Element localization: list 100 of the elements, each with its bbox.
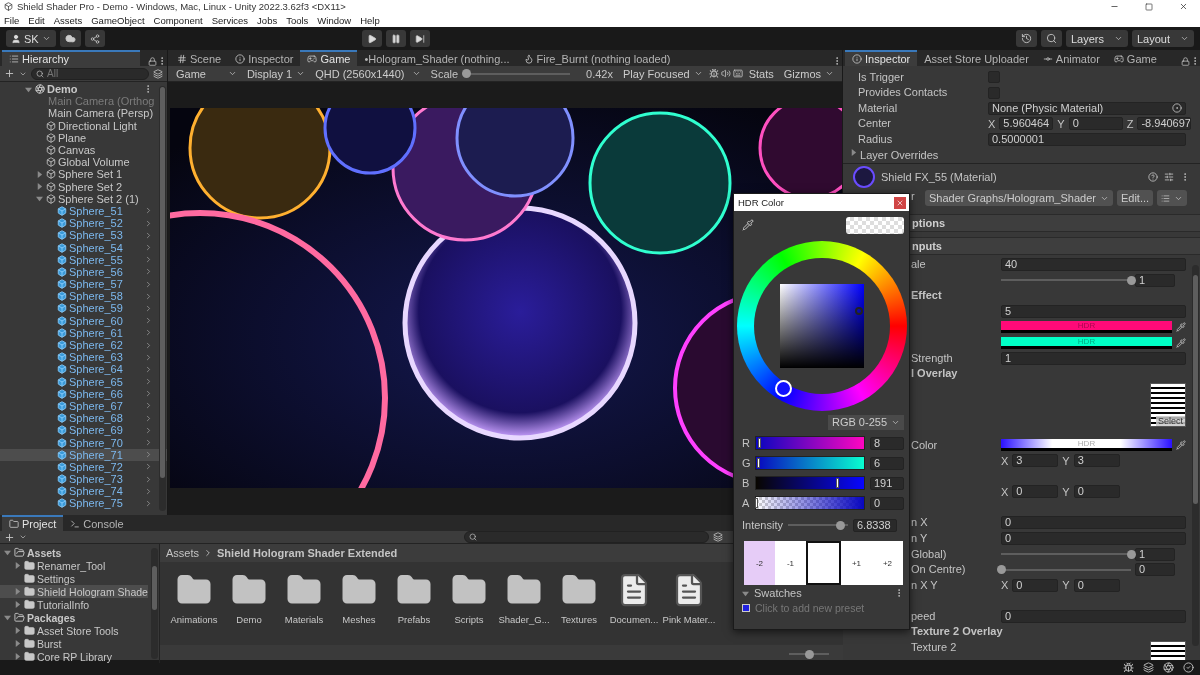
- object-field[interactable]: None (Physic Material): [988, 101, 1186, 115]
- hierarchy-item[interactable]: Sphere_60: [0, 314, 167, 327]
- maximize-icon[interactable]: [1145, 2, 1153, 11]
- number-field[interactable]: 5.960464: [999, 117, 1054, 131]
- hierarchy-item[interactable]: Canvas: [0, 143, 167, 157]
- preset-icon[interactable]: [1164, 171, 1174, 182]
- close-button[interactable]: [894, 196, 906, 209]
- number-field[interactable]: 0: [1135, 563, 1175, 577]
- channel-slider-thumb[interactable]: [755, 498, 758, 508]
- hierarchy-item[interactable]: Sphere_51: [0, 204, 167, 218]
- slider-thumb[interactable]: [996, 565, 1006, 575]
- display-dropdown[interactable]: Display 1: [242, 66, 310, 81]
- hierarchy-item[interactable]: Sphere_61: [0, 326, 167, 339]
- pause-button[interactable]: [385, 30, 406, 47]
- number-field[interactable]: 0: [1068, 117, 1123, 131]
- search-field[interactable]: [464, 531, 709, 543]
- select-button[interactable]: Select: [1156, 415, 1185, 426]
- expand-arrow-icon[interactable]: [14, 653, 21, 660]
- hierarchy-item[interactable]: Sphere_58: [0, 290, 167, 303]
- lock-icon[interactable]: [148, 57, 157, 66]
- menu-item[interactable]: GameObject: [91, 14, 145, 26]
- number-field[interactable]: 1: [1001, 351, 1186, 365]
- stats-button[interactable]: Stats: [744, 66, 778, 81]
- play-mode-dropdown[interactable]: Play Focused: [619, 66, 707, 81]
- hierarchy-item[interactable]: Directional Light: [0, 119, 167, 132]
- step-button[interactable]: [409, 30, 430, 47]
- hierarchy-item[interactable]: Sphere Set 2 (1): [0, 192, 167, 205]
- number-field[interactable]: 0.5000001: [988, 132, 1186, 146]
- project-folder-item[interactable]: Asset Store Tools: [0, 624, 148, 637]
- expand-arrow-icon[interactable]: [4, 549, 11, 556]
- lock-icon[interactable]: [1181, 57, 1190, 66]
- hierarchy-item[interactable]: Sphere_57: [0, 278, 167, 291]
- history-button[interactable]: [1016, 30, 1037, 47]
- slider-thumb[interactable]: [1126, 549, 1136, 559]
- bug-icon[interactable]: [708, 68, 719, 79]
- hierarchy-item[interactable]: Sphere_68: [0, 412, 167, 425]
- panel-tab[interactable]: Animator: [1035, 50, 1107, 66]
- section-header[interactable]: ptions: [910, 214, 1200, 233]
- hierarchy-item[interactable]: Global Volume: [0, 156, 167, 169]
- stack-icon[interactable]: [1143, 662, 1154, 673]
- number-field[interactable]: 6.8338: [852, 518, 897, 532]
- hierarchy-item[interactable]: Sphere_62: [0, 338, 167, 352]
- cloud-button[interactable]: [59, 30, 81, 47]
- channel-slider-thumb[interactable]: [836, 478, 839, 488]
- hierarchy-item[interactable]: Sphere_59: [0, 302, 167, 315]
- bug-icon[interactable]: [1123, 662, 1134, 673]
- project-folder-item[interactable]: Settings: [0, 572, 148, 585]
- expand-arrow-icon[interactable]: [36, 195, 43, 203]
- hierarchy-item[interactable]: Sphere_74: [0, 485, 167, 498]
- swatch-icon[interactable]: [742, 604, 750, 612]
- resolution-dropdown[interactable]: QHD (2560x1440): [311, 66, 425, 81]
- check-icon[interactable]: [1183, 662, 1194, 673]
- zoom-slider-thumb[interactable]: [804, 649, 814, 659]
- intensity-slider-thumb[interactable]: [836, 520, 846, 530]
- project-folder-item[interactable]: Shield Hologram Shade: [0, 585, 148, 598]
- play-button[interactable]: [361, 30, 382, 47]
- menu-item[interactable]: Edit: [28, 14, 45, 26]
- version-control-button[interactable]: [84, 30, 105, 47]
- project-folder-item[interactable]: Renamer_Tool: [0, 559, 148, 572]
- hierarchy-item[interactable]: Sphere Set 1: [0, 168, 167, 181]
- number-field[interactable]: 0: [1012, 485, 1059, 499]
- scale-slider-thumb[interactable]: [461, 69, 471, 78]
- hierarchy-item[interactable]: Sphere_67: [0, 399, 167, 413]
- scrollbar[interactable]: [159, 86, 166, 511]
- channel-slider-thumb[interactable]: [757, 458, 761, 468]
- keyboard-icon[interactable]: [732, 68, 743, 79]
- hierarchy-item[interactable]: Sphere_65: [0, 375, 167, 388]
- hierarchy-item[interactable]: Sphere_71: [0, 448, 167, 461]
- color-mode-dropdown[interactable]: RGB 0-255: [827, 414, 904, 430]
- texture-thumbnail[interactable]: Select: [1150, 382, 1186, 427]
- exposure-swatch[interactable]: [806, 541, 841, 585]
- panel-tab[interactable]: Game: [300, 50, 358, 66]
- exposure-swatch[interactable]: -2: [744, 541, 775, 585]
- number-field[interactable]: 1: [1135, 273, 1175, 287]
- project-folder-item[interactable]: TutorialInfo: [0, 598, 148, 611]
- panel-tab[interactable]: Inspector: [228, 50, 301, 66]
- lighting-icon[interactable]: [1163, 662, 1174, 673]
- panel-tab[interactable]: Scene: [170, 50, 229, 66]
- hierarchy-item[interactable]: Sphere_66: [0, 387, 167, 400]
- exposure-swatch[interactable]: -1: [775, 541, 806, 585]
- menu-item[interactable]: Jobs: [257, 14, 278, 26]
- number-field[interactable]: 0: [1073, 578, 1120, 592]
- expand-arrow-icon[interactable]: [25, 85, 32, 93]
- expand-arrow-icon[interactable]: [4, 614, 11, 621]
- hierarchy-item[interactable]: Sphere_63: [0, 351, 167, 364]
- project-folder-item[interactable]: Core RP Library: [0, 650, 148, 663]
- menu-item[interactable]: File: [4, 14, 20, 26]
- menu-item[interactable]: Window: [317, 14, 352, 26]
- hierarchy-item[interactable]: Sphere_64: [0, 363, 167, 376]
- panel-tab[interactable]: Hierarchy: [2, 50, 140, 66]
- number-field[interactable]: 6: [870, 456, 904, 470]
- panel-tab[interactable]: Game: [1106, 50, 1164, 66]
- channel-slider-thumb[interactable]: [758, 438, 762, 448]
- hierarchy-item[interactable]: Main Camera (Persp): [0, 107, 167, 120]
- menu-item[interactable]: Services: [211, 14, 249, 26]
- expand-arrow-icon[interactable]: [14, 640, 21, 647]
- scrollbar[interactable]: [1192, 265, 1199, 646]
- options-dropdown[interactable]: [1157, 190, 1188, 207]
- hierarchy-item[interactable]: Sphere_56: [0, 265, 167, 278]
- menu-item[interactable]: Help: [360, 14, 380, 26]
